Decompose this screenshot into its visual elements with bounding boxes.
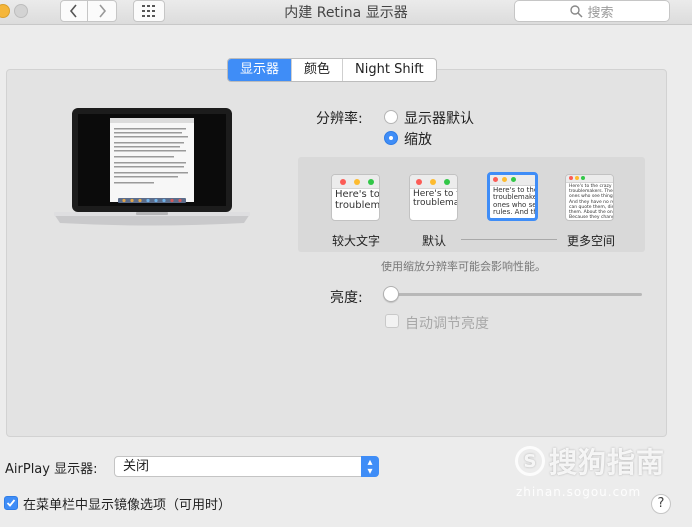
preview-line: rules. And they [493,208,535,217]
brightness-slider-track[interactable] [392,293,642,296]
chevron-left-icon [69,4,77,18]
airplay-value: 关闭 [123,459,150,474]
grid-icon [142,5,155,17]
display-default-label: 显示器默认 [404,111,474,127]
watermark: S 搜狗指南 [515,441,665,481]
tab-night-shift[interactable]: Night Shift [342,59,436,81]
more-space-label: 更多空间 [567,234,616,248]
mirror-checkbox[interactable] [4,496,18,510]
checkmark-icon [6,499,16,507]
preview-line: And they have no respe [569,199,613,205]
preview-line: ones who see things dif [569,194,613,200]
back-button[interactable] [60,0,88,22]
show-all-button[interactable] [133,0,165,22]
tab-color[interactable]: 颜色 [291,59,342,81]
scaled-option-more-space[interactable]: Here's to the crazy one troublemakers. T… [565,174,614,221]
preview-line: Here's to [335,189,379,200]
scale-divider [461,239,557,240]
brightness-label: 亮度: [330,290,363,306]
tab-bar: 显示器 颜色 Night Shift [227,58,437,82]
airplay-select[interactable]: 关闭 ▴ ▾ [114,456,379,477]
watermark-url: zhinan.sogou.com [516,485,642,499]
auto-brightness-checkbox[interactable] [385,314,399,328]
title-bar: 内建 Retina 显示器 搜索 [0,0,692,25]
laptop-illustration [54,108,250,226]
chevron-right-icon [99,4,107,18]
forward-button[interactable] [87,0,117,22]
preview-line: troublem [335,199,379,211]
scaled-label: 缩放 [404,132,432,148]
updown-arrow-icon: ▴ ▾ [361,456,379,477]
help-button[interactable]: ? [651,494,671,514]
larger-text-label: 较大文字 [332,234,381,248]
sogou-logo-icon: S [515,446,545,476]
resolution-label: 分辨率: [316,111,363,127]
search-placeholder: 搜索 [587,5,614,21]
radio-display-default[interactable] [384,110,398,124]
window-title: 内建 Retina 显示器 [284,5,408,21]
performance-hint: 使用缩放分辨率可能会影响性能。 [381,260,546,273]
scaled-option-default[interactable]: Here's to th troublemak [409,174,458,221]
mirror-label: 在菜单栏中显示镜像选项（可用时） [23,498,232,513]
search-field[interactable]: 搜索 [514,0,670,22]
scaled-option-larger-text[interactable]: Here's to troublem [331,174,380,221]
default-label: 默认 [422,234,447,248]
zoom-button[interactable] [14,4,28,18]
tab-display[interactable]: 显示器 [228,59,292,81]
airplay-label: AirPlay 显示器: [5,462,98,477]
auto-brightness-label: 自动调节亮度 [405,316,489,332]
watermark-brand: 搜狗指南 [549,446,666,479]
radio-scaled[interactable] [384,131,398,145]
scaled-option-selected[interactable]: Here's to the cr troublemakers. ones who… [487,172,538,221]
brightness-slider-knob[interactable] [383,286,399,302]
minimize-button[interactable] [0,4,10,18]
search-icon [570,4,584,18]
preview-line: troublemak [413,198,457,209]
preview-line: Because they change th [569,215,613,221]
